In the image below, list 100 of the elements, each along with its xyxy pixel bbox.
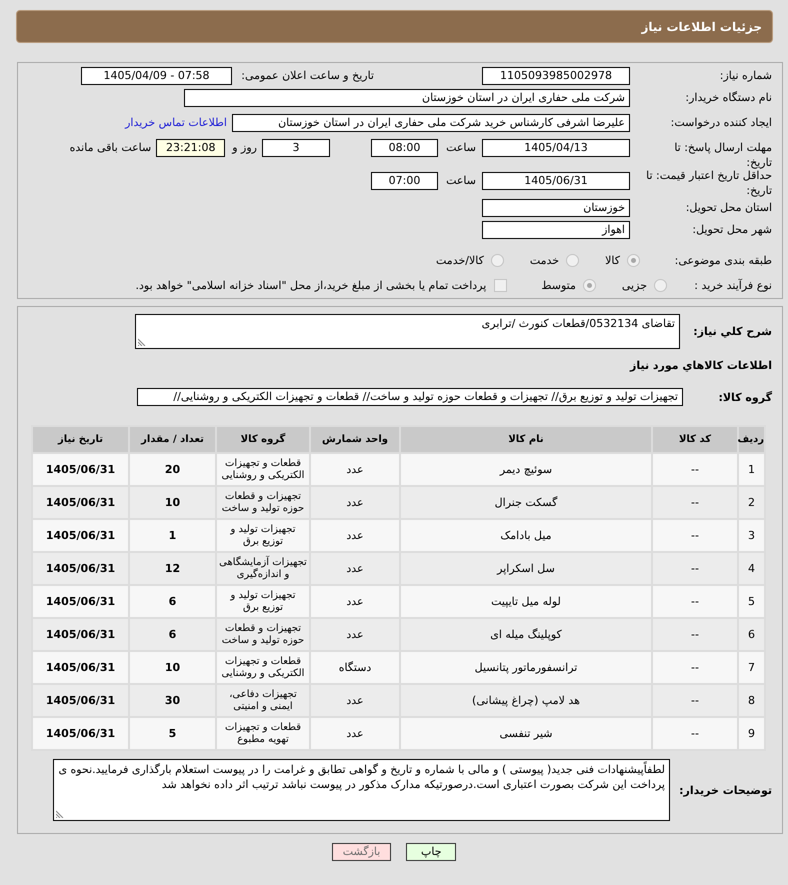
table-cell: میل بادامک — [400, 519, 652, 552]
field-label: توضیحات خریدار: — [678, 782, 772, 798]
table-cell: عدد — [310, 618, 400, 651]
table-cell: دستگاه — [310, 651, 400, 684]
field-label: تاریخ و ساعت اعلان عمومی: — [240, 68, 374, 83]
table-cell: -- — [652, 684, 738, 717]
delivery-province-field[interactable]: خوزستان — [482, 199, 630, 217]
field-label: نوع فرآیند خرید : — [693, 278, 772, 292]
time-label: ساعت — [445, 173, 476, 188]
table-cell: کوپلینگ میله ای — [400, 618, 652, 651]
table-cell: 3 — [738, 519, 765, 552]
table-cell: 10 — [129, 651, 216, 684]
field-label: شرح کلي نياز: — [692, 324, 772, 339]
table-cell: 9 — [738, 717, 765, 750]
days-left-field[interactable]: 3 — [262, 139, 330, 157]
table-cell: قطعات و تجهیزات الکتریکی و روشنایی — [216, 453, 310, 486]
table-cell: 30 — [129, 684, 216, 717]
table-cell: 20 — [129, 453, 216, 486]
table-cell: 1405/06/31 — [32, 651, 129, 684]
table-cell: هد لامپ (چراغ پیشانی) — [400, 684, 652, 717]
column-header: تاریخ نیاز — [32, 426, 129, 453]
field-label: حداقل تاریخ اعتبار قیمت: تا تاریخ: — [645, 169, 772, 198]
delivery-city-field[interactable]: اهواز — [482, 221, 630, 239]
time-left-label: ساعت باقی مانده — [70, 140, 152, 155]
time-label: ساعت — [445, 140, 476, 155]
table-cell: 8 — [738, 684, 765, 717]
time-left-field[interactable]: 23:21:08 — [156, 139, 226, 157]
table-cell: قطعات و تجهیزات الکتریکی و روشنایی — [216, 651, 310, 684]
table-cell: -- — [652, 618, 738, 651]
table-cell: 2 — [738, 486, 765, 519]
table-cell: -- — [652, 717, 738, 750]
days-label: روز و — [232, 140, 257, 155]
requester-field[interactable]: علیرضا اشرفی کارشناس خرید شرکت ملی حفاری ایران در استان خوزستان — [232, 114, 630, 132]
table-cell: -- — [652, 453, 738, 486]
table-cell: -- — [652, 519, 738, 552]
column-header: کد کالا — [652, 426, 738, 453]
summary-textarea[interactable]: تقاضای 0532134/قطعات کنورث /ترابری — [135, 314, 680, 349]
deadline-date-field[interactable]: 1405/04/13 — [482, 139, 630, 157]
table-cell: 1 — [738, 453, 765, 486]
announcement-datetime-field[interactable]: 1405/04/09 - 07:58 — [81, 67, 232, 85]
table-cell: تجهیزات تولید و توزیع برق — [216, 585, 310, 618]
page-title: جزئیات اطلاعات نیاز — [641, 18, 762, 36]
table-cell: 10 — [129, 486, 216, 519]
table-cell: 1405/06/31 — [32, 486, 129, 519]
table-cell: شیر تنفسی — [400, 717, 652, 750]
column-header: واحد شمارش — [310, 426, 400, 453]
print-button[interactable]: چاپ — [406, 843, 456, 861]
table-cell: عدد — [310, 717, 400, 750]
field-label: شهر محل تحویل: — [691, 222, 772, 237]
table-cell: 6 — [738, 618, 765, 651]
table-cell: تجهیزات دفاعی، ایمنی و امنیتی — [216, 684, 310, 717]
table-cell: 4 — [738, 552, 765, 585]
table-cell: 6 — [129, 618, 216, 651]
price-validity-time-field[interactable]: 07:00 — [371, 172, 438, 190]
table-cell: تجهیزات آزمایشگاهی و اندازه‌گیری — [216, 552, 310, 585]
buyer-notes-textarea[interactable]: لطفاًپیشنهادات فنی جدید( پیوستی ) و مالی با شماره و تاریخ و گواهی تطابق و غرامت را در پیوست استعلام بارگذاری فرمایید.نحوه ی پرداخت این شرکت بصورت اعتباری است.درصورتیکه مدارک مذکور در پیوست نباشد ترتیب اثر داده نخواهد شد — [53, 759, 670, 821]
field-label: طبقه بندی موضوعی: — [674, 252, 772, 268]
goods-group-field[interactable]: تجهیزات تولید و توزیع برق// تجهیزات و قطعات حوزه تولید و ساخت// قطعات و تجهیزات الکتریکی و روشنایی// — [137, 388, 683, 406]
radio-label: جزیی — [622, 278, 647, 292]
field-label: شماره نیاز: — [718, 68, 772, 83]
table-cell: گسکت جنرال — [400, 486, 652, 519]
table-cell: لوله میل تایپیت — [400, 585, 652, 618]
table-cell: -- — [652, 651, 738, 684]
table-cell: ترانسفورماتور پتانسیل — [400, 651, 652, 684]
table-cell: 7 — [738, 651, 765, 684]
back-button[interactable]: بازگشت — [332, 843, 392, 861]
table-cell: سوئیچ دیمر — [400, 453, 652, 486]
price-validity-date-field[interactable]: 1405/06/31 — [482, 172, 630, 190]
table-cell: تجهیزات و قطعات حوزه تولید و ساخت — [216, 486, 310, 519]
table-cell: 5 — [738, 585, 765, 618]
buyer-contact-link[interactable]: اطلاعات تماس خریدار — [125, 114, 227, 130]
column-header: ردیف — [738, 426, 765, 453]
deadline-time-field[interactable]: 08:00 — [371, 139, 438, 157]
table-cell: 6 — [129, 585, 216, 618]
need-number-field[interactable]: 1105093985002978 — [482, 67, 630, 85]
field-label: مهلت ارسال پاسخ: تا تاریخ: — [673, 140, 772, 170]
table-cell: -- — [652, 552, 738, 585]
table-cell: -- — [652, 585, 738, 618]
resize-grip-icon[interactable] — [138, 338, 146, 346]
table-cell: عدد — [310, 453, 400, 486]
table-cell: 1405/06/31 — [32, 717, 129, 750]
resize-grip-icon[interactable] — [56, 810, 64, 818]
field-label: نام دستگاه خریدار: — [684, 90, 772, 105]
table-cell: عدد — [310, 486, 400, 519]
table-cell: 1405/06/31 — [32, 618, 129, 651]
column-header: تعداد / مقدار — [129, 426, 216, 453]
table-cell: 5 — [129, 717, 216, 750]
table-cell: 1405/06/31 — [32, 453, 129, 486]
buyer-organization-field[interactable]: شرکت ملی حفاری ایران در استان خوزستان — [184, 89, 630, 107]
radio-label: متوسط — [541, 278, 576, 292]
checkbox-label: پرداخت تمام یا بخشی از مبلغ خرید،از محل "اسناد خزانه اسلامی" خواهد بود. — [136, 278, 486, 292]
table-cell: تجهیزات و قطعات حوزه تولید و ساخت — [216, 618, 310, 651]
table-cell: 1 — [129, 519, 216, 552]
field-label: گروه کالا: — [717, 390, 772, 404]
table-cell: عدد — [310, 519, 400, 552]
table-cell: 1405/06/31 — [32, 552, 129, 585]
radio-label: کالا — [605, 252, 620, 268]
table-cell: 12 — [129, 552, 216, 585]
section-heading: اطلاعات كالاهاي مورد نياز — [630, 358, 772, 374]
radio-label: کالا/خدمت — [436, 252, 484, 268]
